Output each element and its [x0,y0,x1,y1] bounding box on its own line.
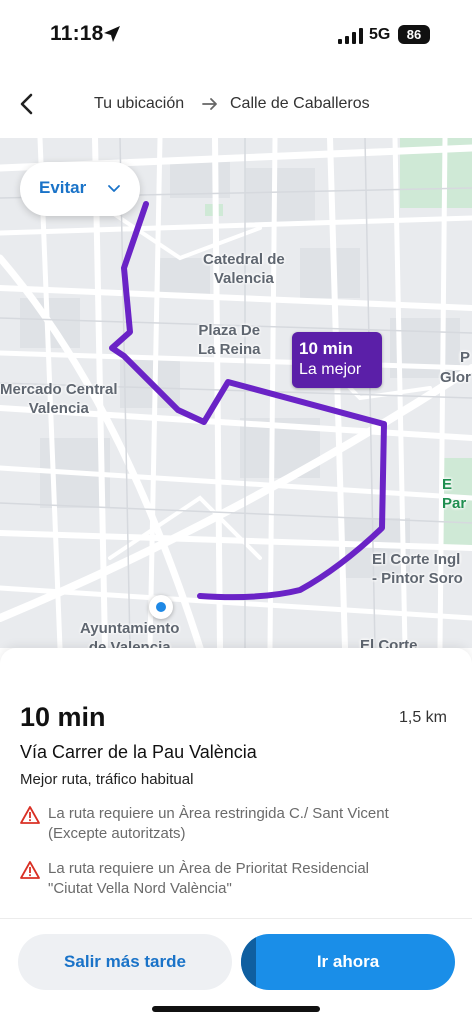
warning-line: "Ciutat Vella Nord València" [48,880,232,897]
leave-later-button[interactable]: Salir más tarde [18,934,232,990]
map-label-ayuntamiento: Ayuntamiento de Valencia [80,620,180,648]
map-label-edge-glo: Glor [440,369,471,386]
warning-line: La ruta requiere un Àrea restringida C./… [48,805,389,822]
map-label-plaza: Plaza De La Reina [198,322,261,358]
route-badge[interactable]: 10 min La mejor [292,332,382,388]
back-button[interactable] [12,88,44,120]
origin-dot-icon [149,595,173,619]
map-label-corte-ingles-2: El Corte [360,637,418,648]
location-arrow-icon [104,26,120,42]
route-origin[interactable]: Tu ubicación [94,95,184,113]
route-destination[interactable]: Calle de Caballeros [230,95,370,113]
route-badge-label: La mejor [299,361,362,378]
chevron-down-icon [108,185,120,192]
distance: 1,5 km [398,709,447,726]
home-indicator[interactable] [152,1006,320,1012]
warning-text: La ruta requiere un Àrea restringida C./… [48,804,389,844]
arrow-right-icon [202,98,217,110]
map-label-market: Mercado Central Valencia [0,381,118,417]
warning-text: La ruta requiere un Àrea de Prioritat Re… [48,859,369,899]
warning-triangle-icon [20,806,40,824]
map-label-edge-parq: E Par [442,476,467,512]
route-header: Tu ubicación Calle de Caballeros [0,70,472,138]
warning-line: La ruta requiere un Àrea de Prioritat Re… [48,860,370,877]
warning-line: (Excepte autoritzats) [48,825,186,842]
network-type: 5G [369,26,391,43]
status-bar: 11:18 5G 86 [0,0,472,70]
go-now-progress [241,934,256,990]
route-sheet: 10 min 1,5 km Vía Carrer de la Pau Valèn… [0,648,472,1024]
battery-indicator: 86 [398,25,430,44]
route-name: Vía Carrer de la Pau València [20,742,257,762]
avoid-button[interactable]: Evitar [20,162,140,216]
map-view[interactable]: Catedral de Valencia Plaza De La Reina Mer… [0,138,472,648]
eta: 10 min [20,702,106,732]
map-label-cathedral: Catedral de Valencia [203,251,285,287]
route-badge-time: 10 min [299,339,353,358]
go-now-button[interactable]: Ir ahora [241,934,455,990]
go-now-label: Ir ahora [316,952,380,971]
status-time: 11:18 [50,22,104,45]
signal-icon [338,28,363,44]
map-label-corte-ingles: El Corte Ingl - Pintor Soro [372,551,463,587]
warning-triangle-icon [20,861,40,879]
route-description: Mejor ruta, tráfico habitual [20,771,194,788]
map-label-edge-p: P [460,349,471,366]
divider [0,918,472,919]
avoid-label: Evitar [39,178,87,197]
